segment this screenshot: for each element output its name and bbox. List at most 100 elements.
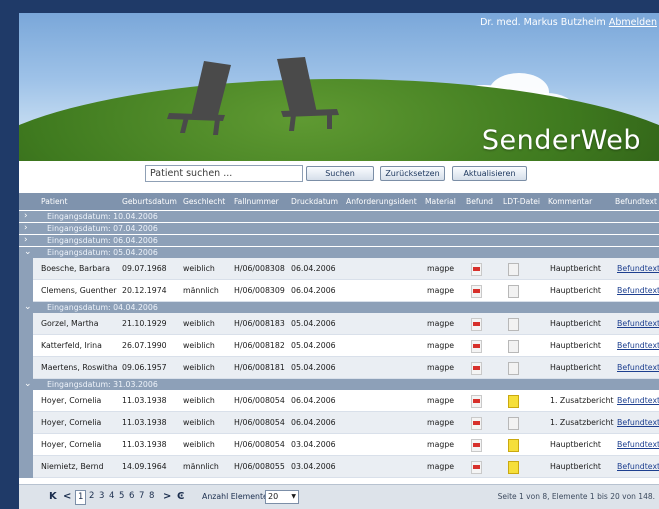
report-text-link[interactable]: Befundtext bbox=[617, 456, 659, 477]
refresh-button[interactable]: Aktualisieren bbox=[452, 166, 527, 181]
report-text-link[interactable]: Befundtext bbox=[617, 335, 659, 356]
pdf-icon[interactable] bbox=[471, 263, 482, 276]
document-icon[interactable] bbox=[508, 417, 519, 430]
birth-date: 21.10.1929 bbox=[122, 319, 167, 328]
document-icon[interactable] bbox=[508, 461, 519, 474]
column-header-case-number[interactable]: Fallnummer bbox=[234, 193, 279, 210]
group-label: Eingangsdatum: 10.04.2006 bbox=[47, 212, 158, 221]
column-header-comment[interactable]: Kommentar bbox=[548, 193, 592, 210]
table-row[interactable]: Clemens, Guenther 20.12.1974 männlich H/… bbox=[19, 280, 659, 302]
column-header-print-date[interactable]: Druckdatum bbox=[291, 193, 338, 210]
comment: 1. Zusatzbericht bbox=[550, 396, 614, 405]
chevron-right-icon[interactable]: › bbox=[24, 223, 28, 234]
first-page-button[interactable]: K bbox=[49, 490, 57, 503]
pdf-icon[interactable] bbox=[471, 395, 482, 408]
row-gutter bbox=[19, 456, 33, 478]
page-link[interactable]: 6 bbox=[129, 490, 134, 503]
comment: Hauptbericht bbox=[550, 319, 601, 328]
chevron-right-icon[interactable]: › bbox=[24, 235, 28, 246]
report-text-link[interactable]: Befundtext bbox=[617, 313, 659, 334]
material: magpe bbox=[427, 418, 455, 427]
last-page-button[interactable]: Ͼ bbox=[177, 490, 184, 503]
chevron-right-icon[interactable]: › bbox=[24, 211, 28, 222]
column-header-ldt-file[interactable]: LDT-Datei bbox=[503, 193, 540, 210]
page-link[interactable]: 2 bbox=[89, 490, 94, 503]
group-row[interactable]: ⌄ Eingangsdatum: 05.04.2006 bbox=[19, 247, 659, 258]
table-row[interactable]: Katterfeld, Irina 26.07.1990 weiblich H/… bbox=[19, 335, 659, 357]
report-text-link[interactable]: Befundtext bbox=[617, 280, 659, 301]
material: magpe bbox=[427, 341, 455, 350]
comment: Hauptbericht bbox=[550, 264, 601, 273]
group-row[interactable]: › Eingangsdatum: 07.04.2006 bbox=[19, 223, 659, 234]
column-header-sex[interactable]: Geschlecht bbox=[183, 193, 225, 210]
column-header-birthdate[interactable]: Geburtsdatum bbox=[122, 193, 177, 210]
report-text-link[interactable]: Befundtext bbox=[617, 434, 659, 455]
patient-name: Katterfeld, Irina bbox=[41, 341, 102, 350]
pdf-icon[interactable] bbox=[471, 439, 482, 452]
column-header-report-text[interactable]: Befundtext bbox=[615, 193, 657, 210]
reset-button[interactable]: Zurücksetzen bbox=[380, 166, 445, 181]
table-row[interactable]: Hoyer, Cornelia 11.03.1938 weiblich H/06… bbox=[19, 390, 659, 412]
table-row[interactable]: Hoyer, Cornelia 11.03.1938 weiblich H/06… bbox=[19, 412, 659, 434]
row-gutter bbox=[19, 357, 33, 379]
pdf-icon[interactable] bbox=[471, 362, 482, 375]
previous-page-button[interactable]: < bbox=[63, 490, 71, 503]
page-size-select[interactable]: 20 ▼ bbox=[265, 490, 299, 504]
app-window: Dr. med. Markus Butzheim Abmelden Sender… bbox=[19, 13, 659, 509]
page-link[interactable]: 3 bbox=[99, 490, 104, 503]
report-text-link[interactable]: Befundtext bbox=[617, 390, 659, 411]
page-size-label: Anzahl Elemente: bbox=[202, 492, 271, 501]
pdf-icon[interactable] bbox=[471, 285, 482, 298]
report-text-link[interactable]: Befundtext bbox=[617, 357, 659, 378]
group-row[interactable]: › Eingangsdatum: 10.04.2006 bbox=[19, 211, 659, 222]
search-button[interactable]: Suchen bbox=[306, 166, 374, 181]
print-date: 06.04.2006 bbox=[291, 418, 336, 427]
document-icon[interactable] bbox=[508, 362, 519, 375]
page-link[interactable]: 5 bbox=[119, 490, 124, 503]
pdf-icon[interactable] bbox=[471, 340, 482, 353]
document-icon[interactable] bbox=[508, 285, 519, 298]
pdf-icon[interactable] bbox=[471, 461, 482, 474]
document-icon[interactable] bbox=[508, 340, 519, 353]
row-gutter bbox=[19, 434, 33, 456]
report-text-link[interactable]: Befundtext bbox=[617, 258, 659, 279]
page-link[interactable]: 4 bbox=[109, 490, 114, 503]
table-row[interactable]: Maertens, Roswitha 09.06.1957 weiblich H… bbox=[19, 357, 659, 379]
chevron-down-icon[interactable]: ▼ bbox=[291, 491, 296, 503]
group-row[interactable]: ⌄ Eingangsdatum: 04.04.2006 bbox=[19, 302, 659, 313]
pdf-icon[interactable] bbox=[471, 417, 482, 430]
patient-name: Boesche, Barbara bbox=[41, 264, 111, 273]
report-text-link[interactable]: Befundtext bbox=[617, 412, 659, 433]
case-number: H/06/008182 bbox=[234, 341, 285, 350]
document-icon[interactable] bbox=[508, 263, 519, 276]
case-number: H/06/008309 bbox=[234, 286, 285, 295]
column-header-patient[interactable]: Patient bbox=[41, 193, 67, 210]
table-row[interactable]: Boesche, Barbara 09.07.1968 weiblich H/0… bbox=[19, 258, 659, 280]
chevron-down-icon[interactable]: ⌄ bbox=[24, 302, 32, 313]
group-row[interactable]: › Eingangsdatum: 06.04.2006 bbox=[19, 235, 659, 246]
material: magpe bbox=[427, 264, 455, 273]
column-header-request-ident[interactable]: Anforderungsident bbox=[346, 193, 417, 210]
chevron-down-icon[interactable]: ⌄ bbox=[24, 379, 32, 390]
patient-search-input[interactable]: Patient suchen ... bbox=[145, 165, 303, 182]
table-row[interactable]: Niemietz, Bernd 14.09.1964 männlich H/06… bbox=[19, 456, 659, 478]
next-page-button[interactable]: > bbox=[163, 490, 171, 503]
table-row[interactable]: Hoyer, Cornelia 11.03.1938 weiblich H/06… bbox=[19, 434, 659, 456]
page-link-current[interactable]: 1 bbox=[75, 490, 87, 505]
document-icon[interactable] bbox=[508, 318, 519, 331]
material: magpe bbox=[427, 396, 455, 405]
column-header-report[interactable]: Befund bbox=[466, 193, 493, 210]
pdf-icon[interactable] bbox=[471, 318, 482, 331]
chevron-down-icon[interactable]: ⌄ bbox=[24, 247, 32, 258]
document-icon[interactable] bbox=[508, 439, 519, 452]
document-icon[interactable] bbox=[508, 395, 519, 408]
group-row[interactable]: ⌄ Eingangsdatum: 31.03.2006 bbox=[19, 379, 659, 390]
print-date: 03.04.2006 bbox=[291, 462, 336, 471]
column-header-material[interactable]: Material bbox=[425, 193, 456, 210]
page-link[interactable]: 7 bbox=[139, 490, 144, 503]
page-link[interactable]: 8 bbox=[149, 490, 154, 503]
print-date: 05.04.2006 bbox=[291, 363, 336, 372]
logout-link[interactable]: Abmelden bbox=[609, 17, 657, 28]
table-row[interactable]: Gorzel, Martha 21.10.1929 weiblich H/06/… bbox=[19, 313, 659, 335]
birth-date: 11.03.1938 bbox=[122, 440, 167, 449]
